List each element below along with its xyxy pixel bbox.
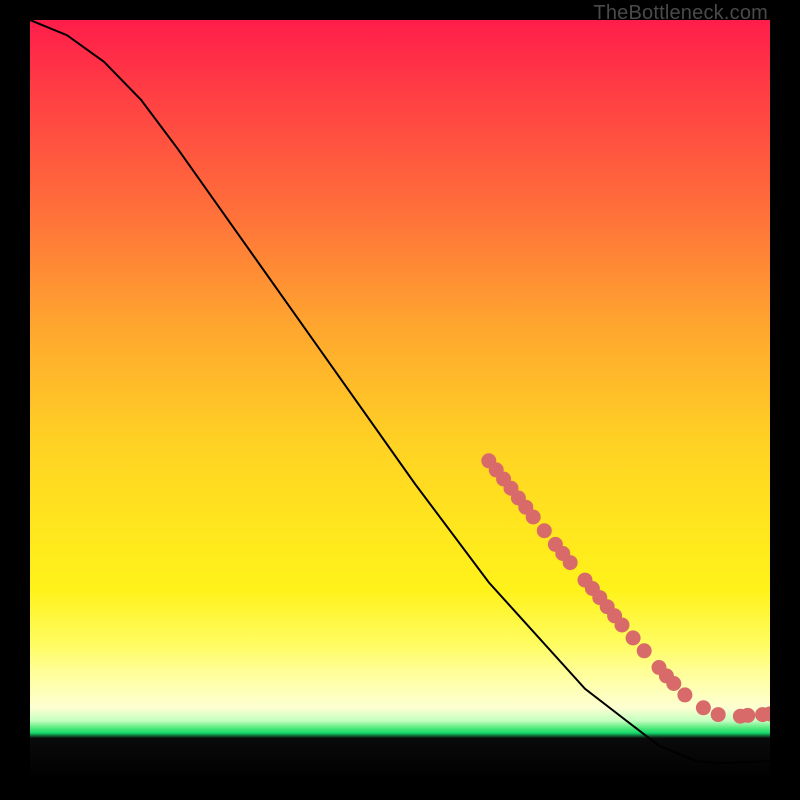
chart-marker <box>563 555 578 570</box>
chart-marker <box>615 618 630 633</box>
chart-marker <box>637 643 652 658</box>
chart-marker <box>666 676 681 691</box>
chart-marker <box>537 523 552 538</box>
chart-marker <box>626 630 641 645</box>
chart-svg <box>30 20 770 780</box>
chart-marker <box>696 700 711 715</box>
chart-marker <box>526 510 541 525</box>
chart-marker <box>740 708 755 723</box>
chart-markers-group <box>481 453 770 723</box>
chart-marker <box>711 707 726 722</box>
chart-marker <box>677 687 692 702</box>
chart-curve <box>30 20 770 763</box>
